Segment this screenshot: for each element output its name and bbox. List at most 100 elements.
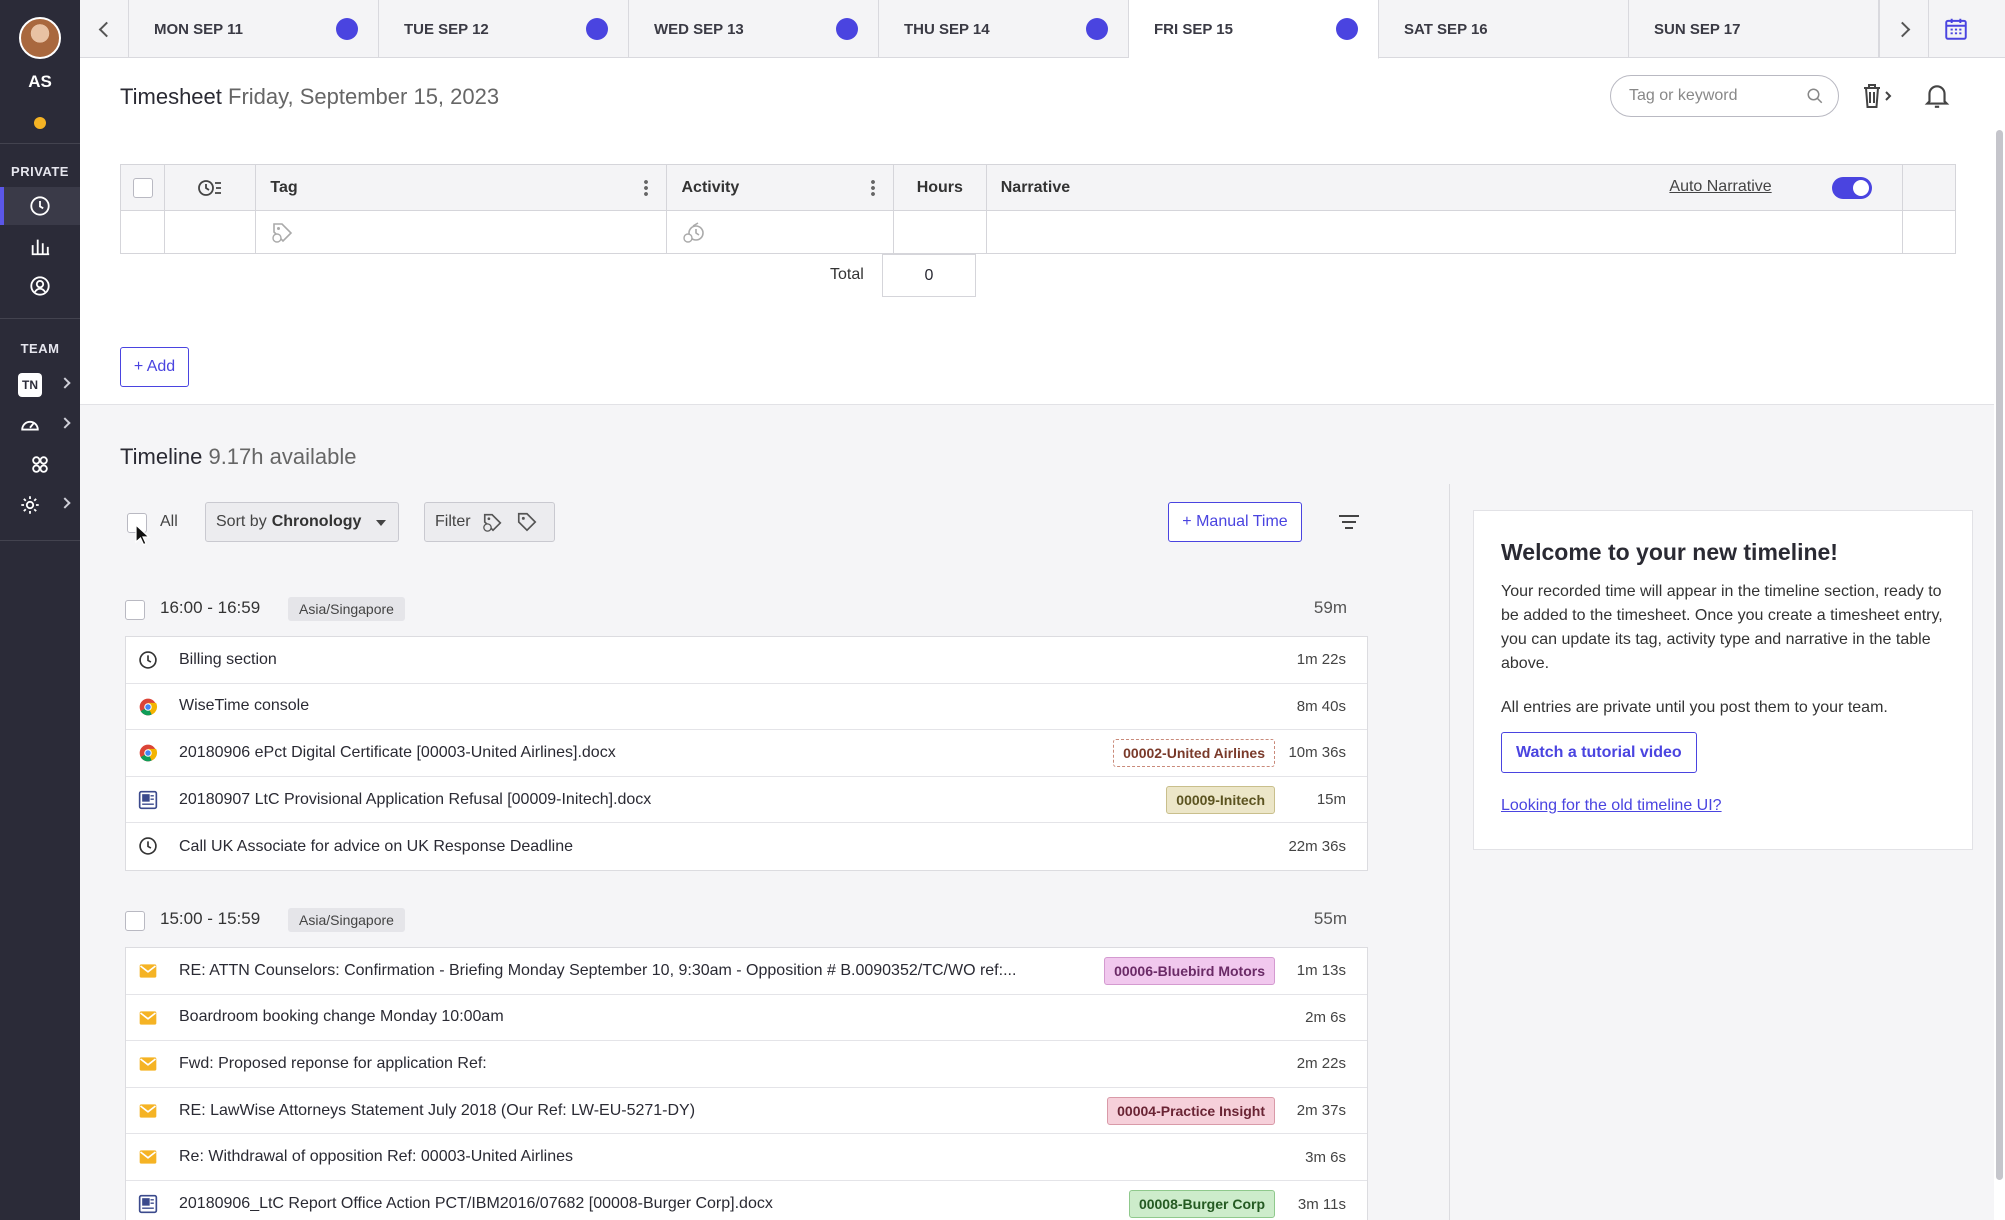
timezone-badge: Asia/Singapore [288,597,405,621]
total-label: Total [830,266,864,283]
page-title: Timesheet Friday, September 15, 2023 [120,84,499,110]
speedometer-icon [21,420,39,431]
header-time-cell[interactable] [165,165,257,210]
sidebar-item-dashboard[interactable] [0,406,80,444]
kebab-menu-icon[interactable] [870,179,875,197]
tab-fri[interactable]: FRI SEP 15 [1129,0,1379,59]
entry-title: Billing section [179,650,277,668]
list-item[interactable]: 20180906 ePct Digital Certificate [00003… [126,730,1367,777]
sidebar-divider [0,540,80,541]
column-label: Hours [916,178,963,196]
calendar-button[interactable] [1928,0,1983,58]
sidebar-item-integrations[interactable] [0,446,80,484]
sidebar-item-reports[interactable] [0,227,80,265]
column-label: Tag [270,178,298,196]
group-header: 16:00 - 16:59 Asia/Singapore 59m [120,595,1370,625]
user-circle-icon [30,276,50,296]
chevron-right-icon [1894,21,1910,37]
list-item[interactable]: WiseTime console 8m 40s [126,684,1367,731]
tab-wed[interactable]: WED SEP 13 [629,0,879,58]
tab-sat[interactable]: SAT SEP 16 [1379,0,1629,58]
tab-mon[interactable]: MON SEP 11 [129,0,379,58]
tag-icon[interactable] [515,511,539,533]
avatar[interactable] [19,17,61,59]
list-item[interactable]: RE: ATTN Counselors: Confirmation - Brie… [126,948,1367,995]
entry-duration: 2m 37s [1296,1102,1346,1120]
list-item[interactable]: Call UK Associate for advice on UK Respo… [126,823,1367,870]
filter-button[interactable]: Filter [424,502,555,542]
tag-badge[interactable]: 00006-Bluebird Motors [1104,956,1275,985]
manual-time-button[interactable]: + Manual Time [1168,502,1302,542]
sidebar-item-timeline[interactable] [0,187,80,225]
puzzle-icon [32,456,48,473]
entry-title: Re: Withdrawal of opposition Ref: 00003-… [179,1148,573,1166]
hours-cell[interactable] [894,211,987,253]
entry-title: Call UK Associate for advice on UK Respo… [179,837,573,855]
sidebar-item-team[interactable]: TN [0,366,80,404]
tab-label: WED SEP 13 [654,20,744,38]
trash-icon[interactable] [1860,82,1896,110]
tag-badge[interactable]: 00002-United Airlines [1113,738,1275,767]
tab-tue[interactable]: TUE SEP 12 [379,0,629,58]
list-item[interactable]: Fwd: Proposed reponse for application Re… [126,1041,1367,1088]
entry-title: RE: LawWise Attorneys Statement July 201… [179,1101,696,1119]
tag-cell[interactable] [256,211,668,253]
search-input[interactable] [1629,87,1799,105]
sidebar-item-profile[interactable] [0,267,80,305]
column-header-narrative: Narrative Auto Narrative [987,165,1903,210]
all-label: All [160,513,178,530]
tag-badge[interactable]: 00009-Initech [1166,785,1275,814]
timesheet-table: Tag Activity Hours Narrative Auto Narrat… [120,164,1956,254]
list-item[interactable]: 20180907 LtC Provisional Application Ref… [126,777,1367,824]
entry-duration: 2m 6s [1305,1008,1346,1026]
list-item[interactable]: Re: Withdrawal of opposition Ref: 00003-… [126,1134,1367,1181]
panel-divider [1449,484,1450,1220]
auto-narrative-toggle[interactable] [1831,177,1872,199]
timesheet-date: Friday, September 15, 2023 [228,84,500,109]
list-item[interactable]: Boardroom booking change Monday 10:00am … [126,995,1367,1042]
entry-title: RE: ATTN Counselors: Confirmation - Brie… [179,961,1017,979]
available-hours: 9.17h available [208,444,357,469]
entry-list: Billing section 1m 22s WiseTime console … [125,636,1368,871]
day-status-dot [586,18,608,40]
day-status-dot [836,18,858,40]
column-header-hours: Hours [894,165,987,210]
tag-filter-icon[interactable] [481,511,505,533]
timezone-badge: Asia/Singapore [288,908,405,932]
tab-thu[interactable]: THU SEP 14 [879,0,1129,58]
list-item[interactable]: RE: LawWise Attorneys Statement July 201… [126,1088,1367,1135]
tab-label: MON SEP 11 [154,20,243,38]
view-options-icon[interactable] [1338,513,1360,531]
narrative-cell[interactable] [987,211,1903,253]
activity-cell[interactable] [667,211,894,253]
tag-badge[interactable]: 00004-Practice Insight [1107,1096,1275,1125]
group-checkbox[interactable] [125,600,145,620]
select-all-checkbox[interactable] [132,177,153,198]
add-button[interactable]: + Add [120,347,189,387]
scrollbar[interactable] [1996,130,2003,1180]
old-timeline-link[interactable]: Looking for the old timeline UI? [1501,797,1945,815]
entry-title: 20180907 LtC Provisional Application Ref… [179,790,652,808]
kebab-menu-icon[interactable] [644,179,649,197]
section-label-private: PRIVATE [11,164,69,179]
entry-duration: 8m 40s [1296,697,1346,715]
sidebar-item-settings[interactable] [0,486,80,524]
tab-label: SAT SEP 16 [1404,20,1488,38]
search-box[interactable] [1610,75,1839,117]
entry-duration: 10m 36s [1288,744,1346,762]
entry-duration: 22m 36s [1288,838,1346,856]
tag-badge[interactable]: 00008-Burger Corp [1128,1190,1275,1219]
watch-tutorial-button[interactable]: Watch a tutorial video [1501,732,1697,773]
next-week-button[interactable] [1879,0,1928,58]
filter-label: Filter [435,513,471,530]
prev-week-button[interactable] [80,0,129,58]
auto-narrative-label[interactable]: Auto Narrative [1669,178,1771,196]
clock-list-icon [198,179,222,196]
list-item[interactable]: Billing section 1m 22s [126,637,1367,684]
bell-icon[interactable] [1924,82,1950,110]
group-checkbox[interactable] [125,911,145,931]
sort-dropdown[interactable]: Sort by Chronology [205,502,399,542]
tab-sun[interactable]: SUN SEP 17 [1629,0,1879,58]
list-item[interactable]: 20180906_LtC Report Office Action PCT/IB… [126,1181,1367,1220]
group-time-range: 16:00 - 16:59 [160,598,261,617]
